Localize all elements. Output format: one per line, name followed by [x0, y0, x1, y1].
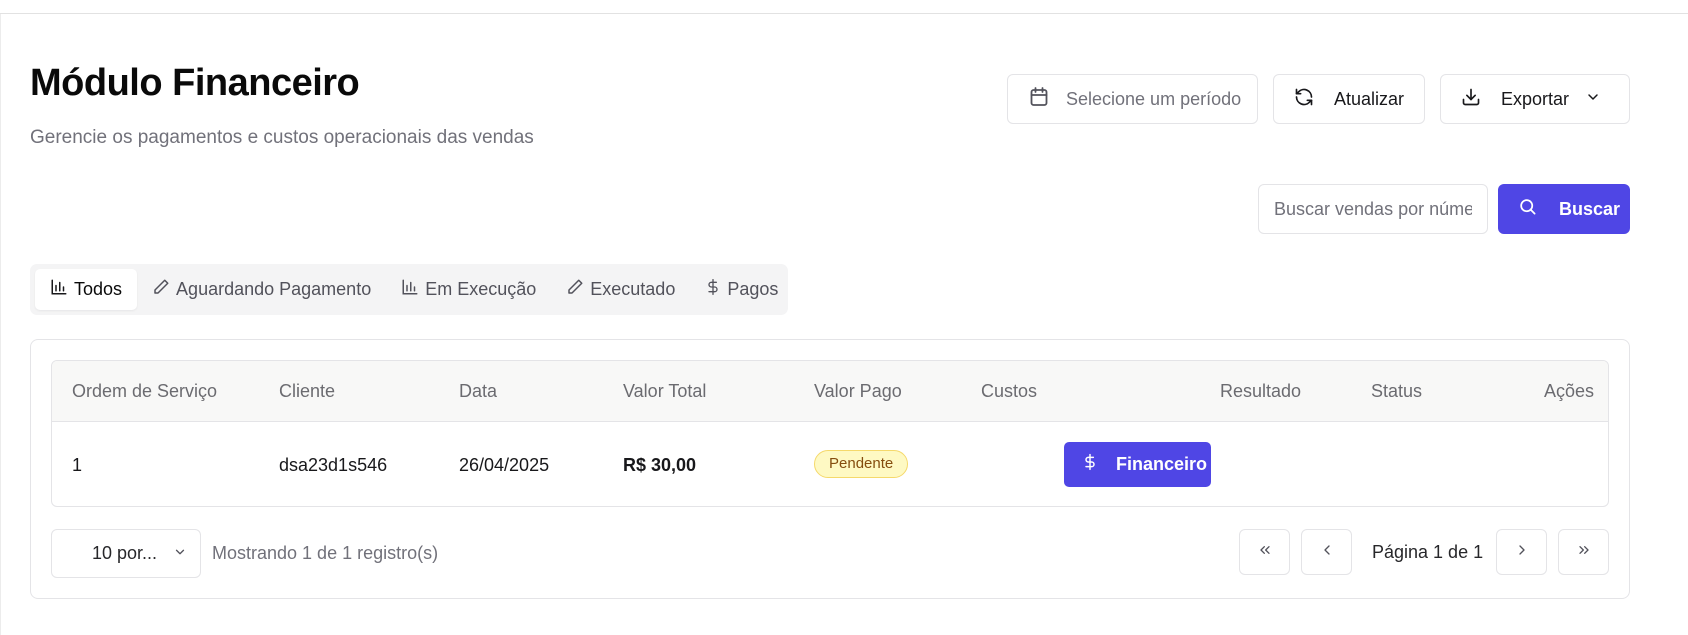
search-button-label: Buscar — [1559, 198, 1621, 219]
cell-cliente: dsa23d1s546 — [279, 455, 388, 475]
tab-pagos[interactable]: Pagos — [690, 269, 793, 310]
column-header-valor-total: Valor Total — [623, 381, 707, 401]
column-header-valor-pago: Valor Pago — [814, 381, 902, 401]
export-label: Exportar — [1501, 88, 1570, 109]
cell-ordem: 1 — [72, 455, 83, 475]
page-title: Módulo Financeiro — [30, 62, 360, 104]
cell-data: 26/04/2025 — [459, 455, 550, 475]
period-picker-label: Selecione um período — [1066, 88, 1242, 109]
tab-label: Executado — [590, 279, 676, 299]
status-badge: Pendente — [814, 450, 909, 478]
search-button[interactable]: Buscar — [1498, 184, 1630, 234]
chevron-right-icon — [1514, 542, 1530, 563]
download-icon — [1461, 87, 1481, 112]
pencil-icon — [566, 278, 590, 301]
column-header-acoes: Ações — [1544, 381, 1595, 401]
column-header-ordem: Ordem de Serviço — [72, 381, 218, 401]
export-button[interactable]: Exportar — [1440, 74, 1630, 124]
period-picker-button[interactable]: Selecione um período — [1007, 74, 1258, 124]
tab-label: Pagos — [727, 279, 779, 299]
tab-label: Todos — [74, 279, 123, 299]
rows-per-page-value: 10 por... — [92, 543, 158, 563]
tab-todos[interactable]: Todos — [35, 269, 138, 310]
search-input[interactable] — [1258, 184, 1488, 234]
first-page-button[interactable] — [1239, 529, 1290, 575]
sales-table: Ordem de Serviço Cliente Data Valor Tota… — [51, 360, 1609, 507]
page-subtitle: Gerencie os pagamentos e custos operacio… — [30, 127, 534, 148]
search-icon — [1518, 197, 1537, 221]
rows-per-page-select[interactable]: 10 por... — [51, 529, 201, 578]
status-tabs: Todos Aguardando Pagamento Em Execução E… — [30, 264, 788, 315]
tab-label: Aguardando Pagamento — [176, 279, 372, 299]
bar-chart-icon — [50, 278, 74, 301]
chevrons-right-icon — [1576, 542, 1592, 563]
column-header-data: Data — [459, 381, 498, 401]
last-page-button[interactable] — [1558, 529, 1609, 575]
chevron-down-icon — [173, 543, 187, 564]
tab-aguardando-pagamento[interactable]: Aguardando Pagamento — [137, 269, 386, 310]
chevron-down-icon — [1585, 89, 1601, 110]
dollar-icon — [705, 277, 727, 302]
refresh-label: Atualizar — [1334, 88, 1405, 109]
pencil-icon — [152, 278, 176, 301]
records-count-text: Mostrando 1 de 1 registro(s) — [212, 543, 439, 563]
column-header-custos: Custos — [981, 381, 1038, 401]
sales-card: Ordem de Serviço Cliente Data Valor Tota… — [30, 339, 1630, 599]
tab-executado[interactable]: Executado — [551, 269, 690, 310]
dollar-icon — [1082, 451, 1098, 478]
chevron-left-icon — [1319, 542, 1335, 563]
tab-em-execucao[interactable]: Em Execução — [386, 269, 551, 310]
column-header-resultado: Resultado — [1220, 381, 1302, 401]
chevrons-left-icon — [1257, 542, 1273, 563]
next-page-button[interactable] — [1496, 529, 1547, 575]
column-header-status: Status — [1371, 381, 1423, 401]
table-header: Ordem de Serviço Cliente Data Valor Tota… — [52, 361, 1608, 422]
page-info: Página 1 de 1 — [1372, 542, 1484, 562]
top-bar — [0, 0, 1688, 14]
previous-page-button[interactable] — [1301, 529, 1352, 575]
tab-label: Em Execução — [425, 279, 537, 299]
calendar-icon — [1030, 86, 1048, 112]
cell-valor-total: R$ 30,00 — [623, 455, 697, 475]
financeiro-button[interactable]: Financeiro — [1064, 442, 1211, 487]
column-header-cliente: Cliente — [279, 381, 336, 401]
financeiro-button-label: Financeiro — [1116, 454, 1208, 474]
bar-chart-icon — [401, 278, 425, 301]
refresh-icon — [1294, 87, 1314, 112]
refresh-button[interactable]: Atualizar — [1273, 74, 1425, 124]
